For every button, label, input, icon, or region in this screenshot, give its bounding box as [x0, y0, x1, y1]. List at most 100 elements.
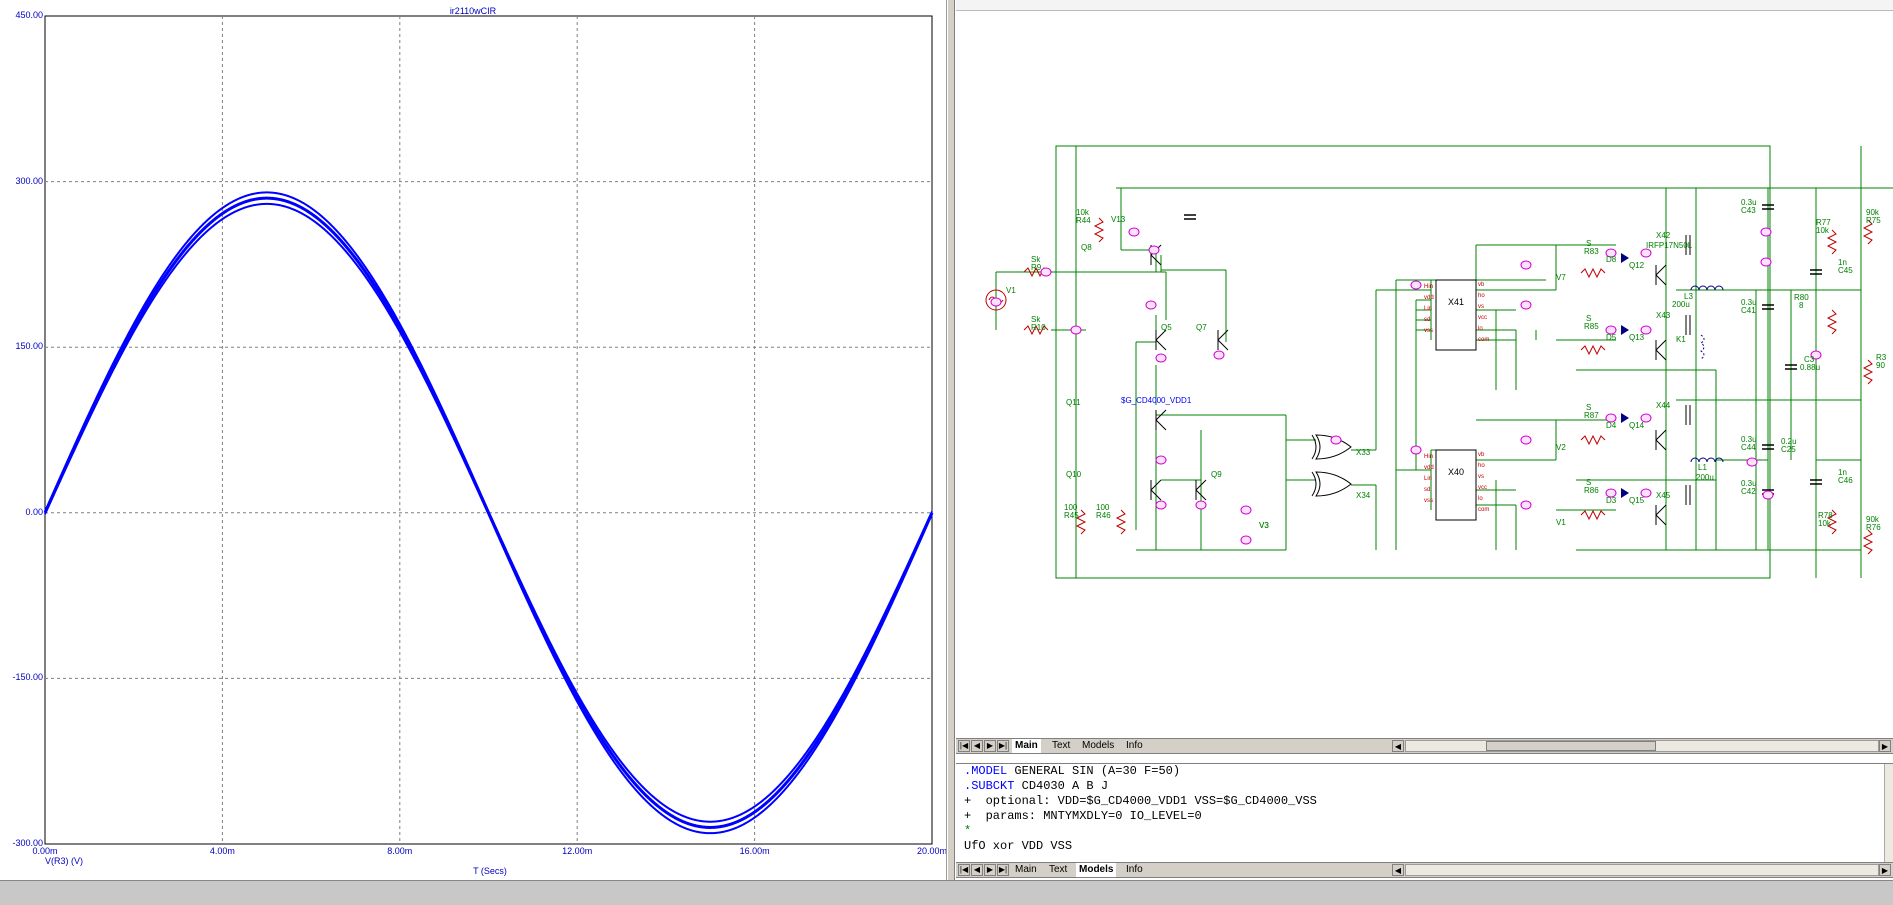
tab-main[interactable]: Main — [1012, 739, 1041, 753]
node-marker — [1213, 350, 1225, 360]
code-text: CD4030 A B J — [1014, 779, 1109, 793]
schematic-label: 200u — [1672, 300, 1690, 309]
ic-pin-label: vb — [1478, 282, 1485, 288]
scrollbar-thumb[interactable] — [1486, 741, 1656, 751]
tab-text[interactable]: Text — [1049, 739, 1073, 753]
text-tab-main[interactable]: Main — [1012, 863, 1040, 877]
schematic-label: 200u — [1696, 473, 1714, 482]
hscroll-left-button[interactable]: ◀ — [1392, 740, 1404, 752]
prev-page-button[interactable]: ◀ — [971, 740, 983, 752]
code-line[interactable]: + params: MNTYMXDLY=0 IO_LEVEL=0 — [956, 809, 1893, 824]
schematic-label: V13 — [1111, 215, 1126, 224]
tab-info[interactable]: Info — [1123, 739, 1146, 753]
x-tick-label: 12.00m — [562, 846, 593, 856]
text-hscroll-left-button[interactable]: ◀ — [1392, 864, 1404, 876]
code-line[interactable]: .SUBCKT CD4030 A B J — [956, 779, 1893, 794]
schematic-label: X45 — [1656, 491, 1671, 500]
schematic-label: X44 — [1656, 401, 1671, 410]
schematic-label: D3 — [1606, 496, 1617, 505]
schematic-label: 0.88u — [1800, 363, 1820, 372]
ic-pin-label: com — [1478, 507, 1489, 513]
ic-pin-label: lo — [1478, 326, 1483, 332]
schematic-label: Q12 — [1629, 261, 1645, 270]
code-line[interactable]: * — [956, 824, 1893, 839]
schematic-label: C46 — [1838, 476, 1853, 485]
xor-gates[interactable] — [1311, 434, 1352, 497]
schematic-label: 10k — [1818, 519, 1832, 528]
text-hscroll-right-button[interactable]: ▶ — [1879, 864, 1891, 876]
window-splitter[interactable] — [947, 0, 955, 880]
ic-x40[interactable] — [1435, 449, 1477, 521]
text-tab-text[interactable]: Text — [1046, 863, 1070, 877]
node-marker — [1520, 300, 1532, 310]
capacitors — [1184, 204, 1822, 495]
x-tick-label: 8.00m — [387, 846, 413, 856]
x-tick-label: 20.00m — [916, 846, 947, 856]
schematic-canvas[interactable]: X41 X40 SkR9V1SkR1010kR44 V13Q8Q5 Q7Q11 … — [956, 10, 1893, 738]
schematic-label: L3 — [1684, 292, 1693, 301]
tab-models[interactable]: Models — [1079, 739, 1117, 753]
schematic-label: X34 — [1356, 491, 1371, 500]
node-marker — [1155, 353, 1167, 363]
code-keyword: .MODEL — [964, 764, 1008, 778]
ic-x41[interactable] — [1435, 279, 1477, 351]
text-last-page-button[interactable]: ▶| — [997, 864, 1009, 876]
node-marker — [1040, 267, 1052, 277]
last-page-button[interactable]: ▶| — [997, 740, 1009, 752]
node-marker — [1145, 300, 1157, 310]
ic-pin-label: Lin — [1424, 476, 1432, 482]
schematic-label: L1 — [1698, 463, 1707, 472]
x-tick-label: 0.00m — [32, 846, 58, 856]
schematic-label: Q7 — [1196, 323, 1207, 332]
schematic-label: X43 — [1656, 311, 1671, 320]
node-marker — [1070, 325, 1082, 335]
schematic-label: X42 — [1656, 231, 1671, 240]
code-text: + optional: VDD=$G_CD4000_VDD1 VSS=$G_CD… — [964, 794, 1317, 808]
code-line[interactable]: + optional: VDD=$G_CD4000_VDD1 VSS=$G_CD… — [956, 794, 1893, 809]
text-vertical-scrollbar[interactable] — [1884, 764, 1893, 866]
schematic-label: C42 — [1741, 487, 1756, 496]
text-tab-info[interactable]: Info — [1123, 863, 1146, 877]
code-text: * — [964, 824, 972, 838]
ic-pin-label: sd — [1424, 487, 1430, 493]
code-line[interactable]: .MODEL GENERAL SIN (A=30 F=50) — [956, 764, 1893, 779]
schematic-label: D5 — [1606, 333, 1617, 342]
next-page-button[interactable]: ▶ — [984, 740, 996, 752]
x-tick-label: 16.00m — [739, 846, 770, 856]
node-marker — [1762, 490, 1774, 500]
text-horizontal-scrollbar[interactable] — [1405, 864, 1879, 876]
schematic-window[interactable]: X41 X40 Sk R9 V1 Sk R10 10k R44 V13 Q8 Q… — [956, 0, 1893, 880]
schematic-label: D4 — [1606, 421, 1617, 430]
schematic-label: Q15 — [1629, 496, 1645, 505]
text-tab-models[interactable]: Models — [1076, 863, 1117, 877]
schematic-label: Q11 — [1066, 398, 1081, 407]
text-first-page-button[interactable]: |◀ — [958, 864, 970, 876]
node-marker — [1760, 257, 1772, 267]
schematic-label: R46 — [1096, 511, 1111, 520]
text-editor[interactable]: .MODEL GENERAL SIN (A=30 F=50) .SUBCKT CD… — [956, 763, 1893, 866]
text-prev-page-button[interactable]: ◀ — [971, 864, 983, 876]
text-tab-bar: |◀ ◀ ▶ ▶| Main Text Models Info ◀ ▶ — [956, 862, 1893, 878]
first-page-button[interactable]: |◀ — [958, 740, 970, 752]
node-marker — [1520, 435, 1532, 445]
schematic-label: R76 — [1866, 523, 1881, 532]
y-tick-label: 150.00 — [15, 341, 43, 352]
schematic-label: K1 — [1676, 335, 1686, 344]
transistors — [1150, 235, 1691, 526]
hscroll-right-button[interactable]: ▶ — [1879, 740, 1891, 752]
schematic-label: C43 — [1741, 206, 1756, 215]
text-next-page-button[interactable]: ▶ — [984, 864, 996, 876]
ic-pin-label: vs — [1478, 474, 1484, 480]
horizontal-scrollbar[interactable] — [1405, 740, 1879, 752]
ic-pin-label: Hin — [1424, 454, 1433, 460]
schematic-label: V1 — [1556, 518, 1566, 527]
code-line[interactable]: UfO xor VDD VSS — [956, 839, 1893, 854]
plot-window[interactable]: ir2110wCIR 450.00 300.00 150.00 0.00 -150.00… — [0, 0, 947, 880]
ic-pin-label: vss — [1424, 328, 1433, 334]
schematic-label: R85 — [1584, 322, 1599, 331]
ic-pin-label: vdd — [1424, 295, 1434, 301]
code-text: + params: MNTYMXDLY=0 IO_LEVEL=0 — [964, 809, 1202, 823]
schematic-label: R9 — [1031, 263, 1042, 272]
schematic-label: C25 — [1781, 445, 1796, 454]
plot-area[interactable] — [0, 0, 946, 880]
